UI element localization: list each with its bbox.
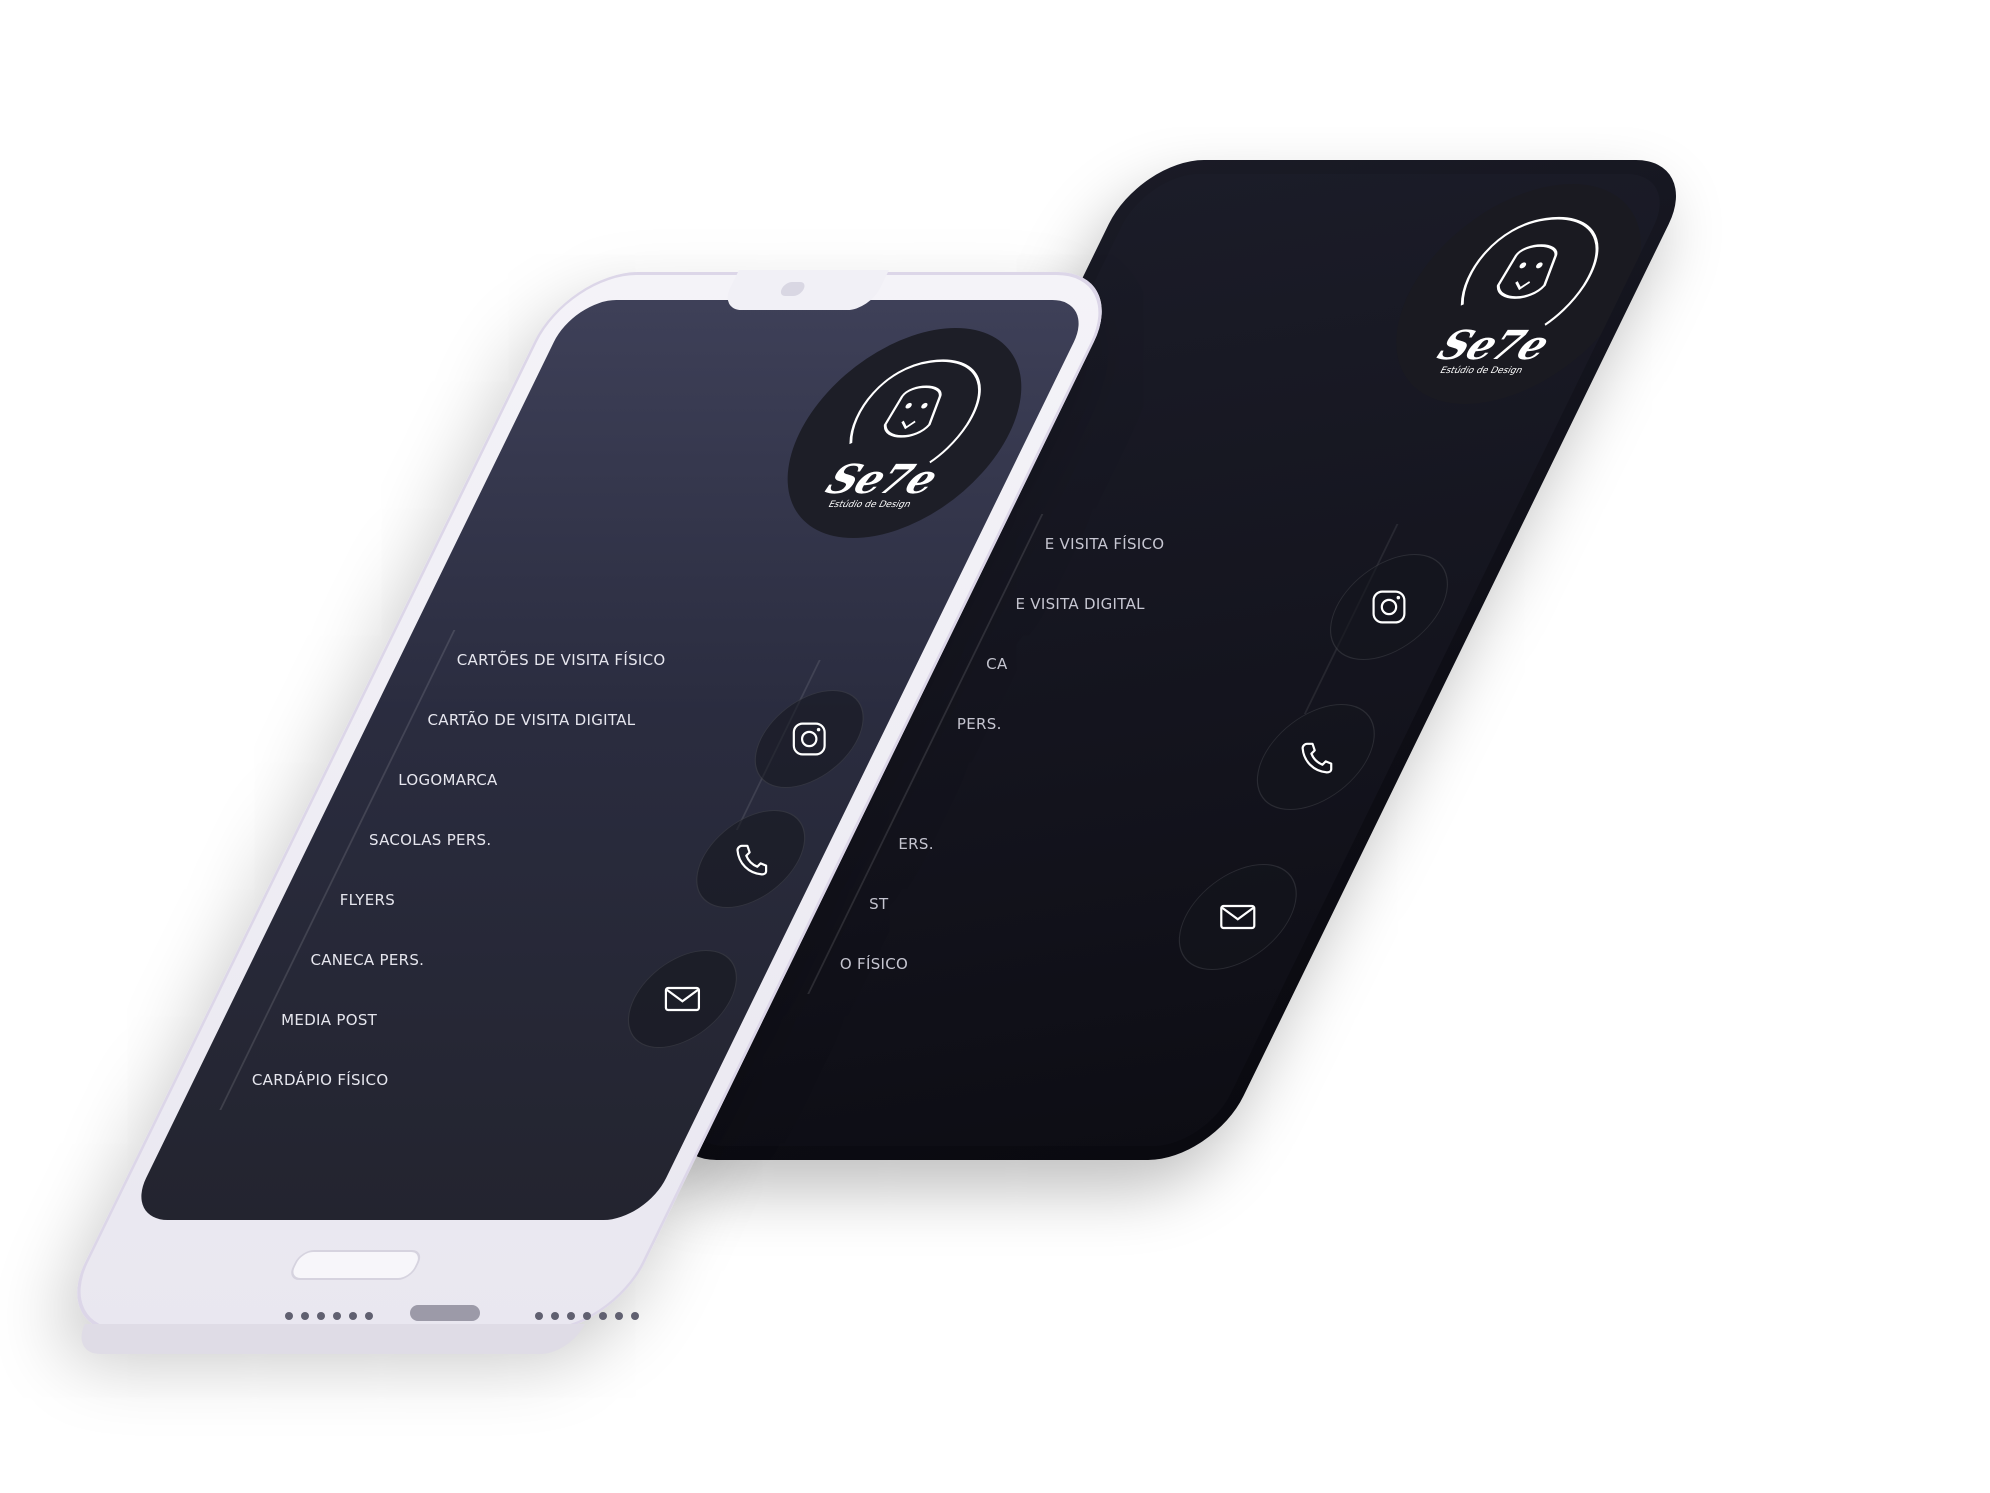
back-menu-label: E VISITA DIGITAL	[1015, 595, 1145, 613]
back-menu-label: ST	[869, 895, 889, 913]
menu-item-label: CARDÁPIO FÍSICO	[251, 1071, 389, 1089]
menu-item-label: MEDIA POST	[281, 1011, 378, 1029]
mail-button[interactable]	[609, 950, 756, 1048]
home-button[interactable]	[286, 1250, 425, 1280]
menu-item-cartao-digital[interactable]: CARTÃO DE VISITA DIGITAL	[394, 690, 651, 750]
back-menu-item[interactable]: E VISITA FÍSICO	[1012, 514, 1189, 574]
instagram-button[interactable]	[736, 690, 883, 788]
notch	[719, 270, 889, 310]
back-menu-item[interactable]: ST	[836, 874, 1014, 934]
phone-icon	[1301, 742, 1333, 774]
phone-button[interactable]	[677, 810, 824, 908]
menu-item-label: FLYERS	[339, 891, 396, 909]
menu-item-label: LOGOMARCA	[398, 771, 498, 789]
menu-item-label: CARTÕES DE VISITA FÍSICO	[456, 651, 666, 669]
phone-bottom-edge	[70, 1324, 585, 1354]
back-menu-item[interactable]: E VISITA DIGITAL	[982, 574, 1160, 634]
back-menu-label: PERS.	[956, 715, 1002, 733]
menu-item-label: CARTÃO DE VISITA DIGITAL	[427, 711, 636, 729]
menu-item-media-post[interactable]: MEDIA POST	[248, 990, 505, 1050]
mail-icon	[664, 986, 701, 1012]
back-logo: Se7e Estúdio de Design	[1354, 184, 1680, 404]
back-instagram-button[interactable]	[1310, 554, 1468, 660]
back-brand-name: Se7e	[1430, 322, 1557, 369]
front-menu: CARTÕES DE VISITA FÍSICO CARTÃO DE VISIT…	[219, 630, 681, 1110]
back-menu-label: CA	[986, 655, 1008, 673]
front-brand-tagline: Estúdio de Design	[826, 500, 913, 510]
speaker-grille-right	[535, 1312, 639, 1320]
back-menu-label: ERS.	[898, 835, 934, 853]
menu-item-flyers[interactable]: FLYERS	[307, 870, 564, 930]
menu-item-label: SACOLAS PERS.	[368, 831, 492, 849]
menu-item-sacolas[interactable]: SACOLAS PERS.	[336, 810, 593, 870]
back-mail-button[interactable]	[1158, 864, 1317, 970]
back-brand-tagline: Estúdio de Design	[1437, 366, 1525, 376]
back-menu-item[interactable]: CA	[953, 634, 1131, 694]
back-menu-item[interactable]: O FÍSICO	[807, 934, 984, 994]
phone-icon	[736, 844, 768, 876]
menu-item-cartoes-fisico[interactable]: CARTÕES DE VISITA FÍSICO	[424, 630, 681, 690]
lion-icon	[1461, 216, 1599, 326]
instagram-icon	[792, 722, 826, 756]
back-menu-item[interactable]: ERS.	[865, 814, 1043, 874]
mail-icon	[1220, 904, 1256, 930]
back-menu-item[interactable]	[895, 754, 1072, 814]
usb-port	[410, 1305, 480, 1321]
instagram-icon	[1372, 590, 1406, 624]
back-menu-label: O FÍSICO	[839, 955, 909, 973]
front-brand-name: Se7e	[818, 456, 946, 503]
mockup-scene: Se7e Estúdio de Design E VISITA FÍSICO E…	[0, 0, 1990, 1493]
menu-item-label: CANECA PERS.	[310, 951, 425, 969]
menu-item-cardapio[interactable]: CARDÁPIO FÍSICO	[219, 1050, 476, 1110]
menu-item-logomarca[interactable]: LOGOMARCA	[365, 750, 622, 810]
back-phone-button[interactable]	[1236, 704, 1395, 810]
menu-item-caneca[interactable]: CANECA PERS.	[277, 930, 534, 990]
back-menu-label: E VISITA FÍSICO	[1044, 535, 1165, 553]
back-menu-item[interactable]: PERS.	[924, 694, 1101, 754]
speaker-grille-left	[285, 1312, 373, 1320]
